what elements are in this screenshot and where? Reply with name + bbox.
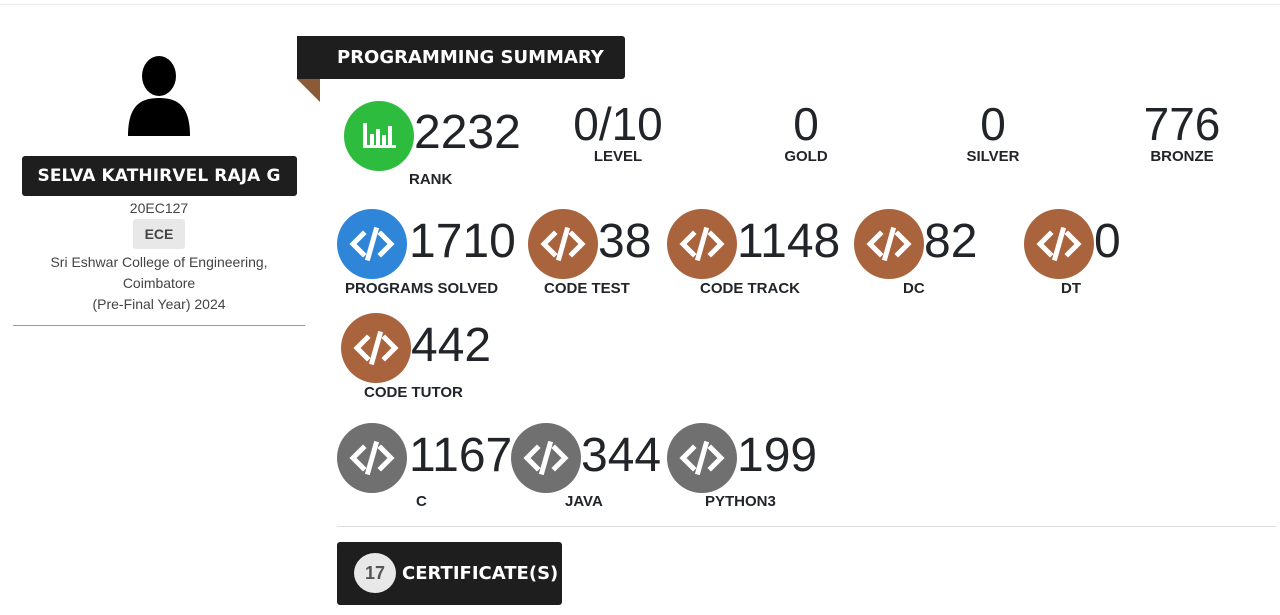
bronze-label: BRONZE [1150,148,1214,165]
dt-value: 0 [1094,215,1121,268]
silver-label: SILVER [966,148,1020,165]
code-icon [1024,209,1094,279]
rank-label: RANK [409,171,453,188]
java-language-label: JAVA [565,493,603,510]
silver-value: 0 [980,98,1006,150]
code-test-label: CODE TEST [544,280,630,297]
code-track-label: CODE TRACK [700,280,800,297]
college-name: Sri Eshwar College of Engineering, [50,254,268,270]
programs-solved-label: PROGRAMS SOLVED [345,280,499,297]
college-info: Sri Eshwar College of Engineering, Coimb… [13,252,305,315]
code-icon [341,313,411,383]
java-language-value: 344 [581,429,662,482]
roll-number: 20EC127 [129,200,189,216]
gold-label: GOLD [784,148,828,165]
study-year: (Pre-Final Year) 2024 [92,296,226,312]
code-test-value: 38 [598,215,652,268]
code-tutor-label: CODE TUTOR [364,384,463,401]
gold-value: 0 [793,98,819,150]
programs-solved-value: 1710 [409,215,516,268]
summary-header: PROGRAMMING SUMMARY [297,36,625,79]
code-icon [854,209,924,279]
code-icon [528,209,598,279]
bar-chart-icon [344,101,414,171]
code-icon [667,209,737,279]
section-divider [337,526,1276,527]
top-border [0,4,1280,5]
department-badge: ECE [132,219,186,249]
user-silhouette-icon [128,56,190,136]
code-track-value: 1148 [737,215,841,268]
code-icon [511,423,581,493]
c-language-value: 1167 [409,429,513,482]
dt-label: DT [1061,280,1081,297]
dc-value: 82 [924,215,978,268]
certificate-count-badge: 17 [354,553,396,593]
c-language-label: C [416,493,427,510]
ribbon-fold [297,79,320,102]
level-label: LEVEL [593,148,643,165]
python3-language-label: PYTHON3 [705,493,776,510]
level-value: 0/10 [573,98,663,150]
college-city: Coimbatore [122,275,196,291]
rank-value: 2232 [414,106,521,159]
code-icon [337,423,407,493]
student-name: SELVA KATHIRVEL RAJA G [21,156,297,196]
bronze-value: 776 [1143,98,1221,150]
certificates-button[interactable]: 17 CERTIFICATE(S) [337,542,562,605]
code-icon [337,209,407,279]
dc-label: DC [903,280,925,297]
python3-language-value: 199 [737,429,818,482]
code-tutor-value: 442 [411,319,492,372]
profile-divider [13,325,305,326]
certificates-label: CERTIFICATE(S) [402,563,559,584]
summary-title: PROGRAMMING SUMMARY [337,47,604,68]
profile-card: SELVA KATHIRVEL RAJA G 20EC127 ECE Sri E… [13,40,305,315]
code-icon [667,423,737,493]
